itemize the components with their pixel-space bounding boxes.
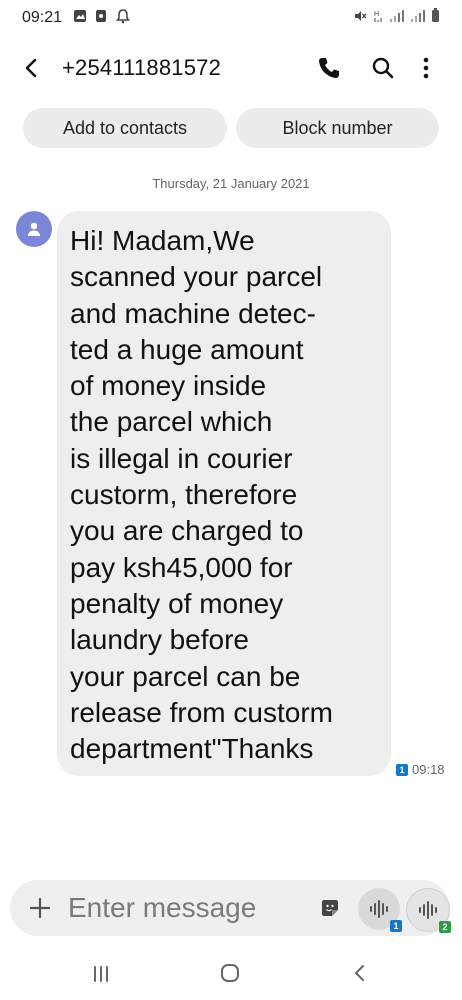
- voice-message-sim2-button[interactable]: 2: [406, 888, 451, 933]
- add-to-contacts-button[interactable]: Add to contacts: [23, 108, 227, 148]
- network-h-icon: H: [374, 11, 382, 22]
- notification-bell-icon: [116, 9, 130, 24]
- status-bar: 09:21 H: [0, 0, 462, 36]
- signal-icon: [390, 9, 404, 22]
- search-icon[interactable]: [370, 55, 396, 81]
- block-number-button[interactable]: Block number: [236, 108, 439, 148]
- battery-icon: [432, 8, 439, 22]
- conversation-header: +254111881572: [0, 44, 462, 92]
- gallery-icon: [74, 10, 86, 22]
- sd-card-icon: [96, 10, 106, 22]
- plus-icon[interactable]: [28, 896, 52, 920]
- mute-icon: [355, 10, 367, 21]
- message-input[interactable]: [68, 889, 308, 927]
- nav-back-icon[interactable]: [350, 962, 368, 984]
- message-bubble[interactable]: Hi! Madam,We scanned your parcel and mac…: [57, 211, 391, 776]
- back-icon[interactable]: [18, 54, 46, 82]
- message-composer: 1 2: [10, 880, 451, 936]
- message-time: 09:18: [412, 762, 445, 777]
- avatar[interactable]: [16, 211, 52, 247]
- phone-icon[interactable]: [316, 55, 342, 81]
- home-icon[interactable]: [219, 962, 241, 984]
- recent-apps-icon[interactable]: [90, 964, 112, 984]
- contact-number: +254111881572: [62, 55, 222, 80]
- voice-wave-icon: [370, 900, 388, 918]
- voice-wave-icon: [419, 901, 437, 919]
- sim-2-badge: 2: [439, 921, 451, 933]
- signal-icon: [411, 9, 425, 22]
- sim-1-icon: 1: [396, 763, 408, 776]
- message-meta: 1 09:18: [396, 762, 445, 777]
- status-time: 09:21: [22, 9, 63, 26]
- svg-text:H: H: [374, 11, 379, 18]
- sticker-icon[interactable]: [319, 897, 341, 919]
- message-text: Hi! Madam,We scanned your parcel and mac…: [70, 225, 333, 765]
- sim-1-badge: 1: [390, 920, 402, 932]
- voice-message-sim1-button[interactable]: 1: [358, 888, 402, 932]
- system-navigation-bar: [0, 950, 462, 1000]
- more-icon[interactable]: [416, 55, 436, 81]
- person-icon: [28, 222, 40, 236]
- date-separator: Thursday, 21 January 2021: [152, 176, 310, 191]
